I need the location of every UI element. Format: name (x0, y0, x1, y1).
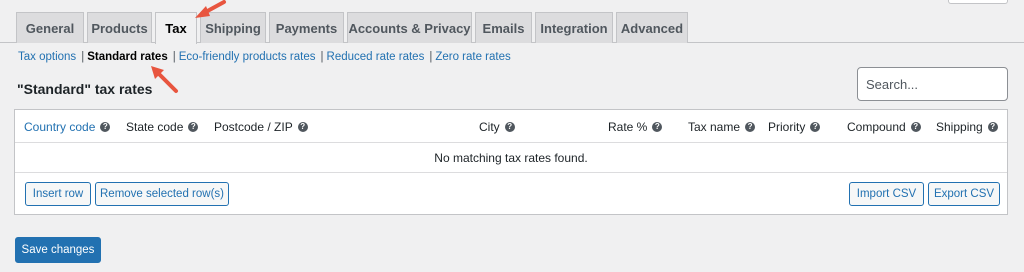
save-changes-button[interactable]: Save changes (15, 237, 101, 263)
subnav-separator: | (429, 51, 433, 63)
column-label: Compound (847, 120, 906, 134)
tab-general[interactable]: General (16, 12, 84, 43)
column-label: Country code (24, 120, 96, 134)
column-country-code[interactable]: Country code ? (24, 120, 111, 134)
help-icon[interactable]: ? (810, 122, 821, 132)
column-label: Shipping (936, 120, 983, 134)
tab-accounts-privacy[interactable]: Accounts & Privacy (347, 12, 472, 43)
help-icon[interactable]: ? (745, 122, 756, 132)
top-right-control (948, 0, 1008, 4)
page-title: "Standard" tax rates (17, 81, 153, 97)
subnav-tax-options[interactable]: Tax options (18, 51, 76, 63)
column-priority: Priority ? (768, 120, 821, 134)
column-label: State code (126, 120, 184, 134)
settings-tabs: General Products Tax Shipping Payments A… (0, 12, 1024, 44)
subnav-standard-rates[interactable]: Standard rates (87, 51, 168, 63)
annotation-arrow-standard-rates (151, 66, 178, 93)
column-label: Priority (768, 120, 806, 134)
tab-products[interactable]: Products (87, 12, 152, 43)
tab-payments[interactable]: Payments (269, 12, 344, 43)
tax-rates-table: Country code ? State code ? Postcode / Z… (14, 109, 1008, 215)
column-state-code: State code ? (126, 120, 199, 134)
column-compound: Compound ? (847, 120, 921, 134)
subnav-separator: | (320, 51, 324, 63)
table-header: Country code ? State code ? Postcode / Z… (15, 110, 1007, 143)
column-rate: Rate % ? (608, 120, 663, 134)
help-icon[interactable]: ? (652, 122, 663, 132)
remove-selected-rows-button[interactable]: Remove selected row(s) (95, 182, 229, 206)
tax-subnav: Tax options | Standard rates | Eco-frien… (18, 50, 511, 64)
tab-advanced[interactable]: Advanced (616, 12, 688, 43)
subnav-eco-friendly-rates[interactable]: Eco-friendly products rates (179, 51, 316, 63)
subnav-zero-rates[interactable]: Zero rate rates (435, 51, 510, 63)
subnav-reduced-rates[interactable]: Reduced rate rates (327, 51, 425, 63)
search-input[interactable] (857, 67, 1008, 101)
column-tax-name: Tax name ? (688, 120, 756, 134)
subnav-separator: | (81, 51, 85, 63)
column-label: Tax name (688, 120, 741, 134)
help-icon[interactable]: ? (100, 122, 111, 132)
column-label: City (479, 120, 500, 134)
help-icon[interactable]: ? (188, 122, 199, 132)
column-postcode: Postcode / ZIP ? (214, 120, 308, 134)
insert-row-button[interactable]: Insert row (25, 182, 91, 206)
tab-emails[interactable]: Emails (475, 12, 532, 43)
column-city: City ? (479, 120, 515, 134)
column-label: Postcode / ZIP (214, 120, 293, 134)
help-icon[interactable]: ? (504, 122, 515, 132)
empty-table-message: No matching tax rates found. (15, 143, 1007, 173)
export-csv-button[interactable]: Export CSV (928, 182, 1000, 206)
subnav-separator: | (172, 51, 176, 63)
import-csv-button[interactable]: Import CSV (849, 182, 924, 206)
annotation-arrow-tax-tab (195, 0, 226, 18)
tab-integration[interactable]: Integration (535, 12, 613, 43)
column-shipping: Shipping ? (936, 120, 998, 134)
help-icon[interactable]: ? (910, 122, 921, 132)
help-icon[interactable]: ? (297, 122, 308, 132)
column-label: Rate % (608, 120, 648, 134)
help-icon[interactable]: ? (987, 122, 998, 132)
